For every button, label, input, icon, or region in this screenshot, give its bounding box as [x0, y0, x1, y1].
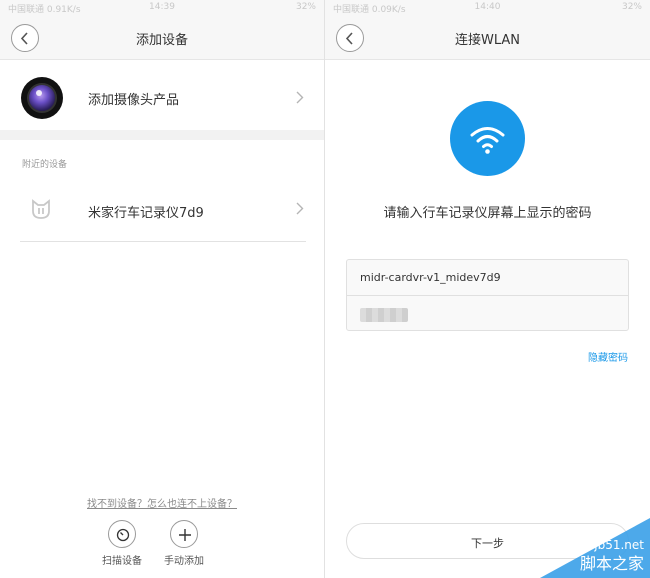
battery-text: 32% — [295, 2, 316, 12]
scan-device-label: 扫描设备 — [102, 556, 142, 567]
scan-icon — [108, 520, 136, 548]
status-time: 14:39 — [149, 2, 175, 12]
connect-wlan-screen: 中国联通 0.09K/s 14:40 32% 连接WLAN 请输入行车记录仪屏幕… — [325, 0, 650, 578]
camera-icon — [21, 77, 63, 119]
manual-add-label: 手动添加 — [164, 556, 204, 567]
help-link[interactable]: 找不到设备？怎么也连不上设备？ — [0, 495, 324, 510]
plus-icon — [170, 520, 198, 548]
nav-bar: 连接WLAN — [325, 16, 650, 60]
password-field[interactable] — [347, 296, 628, 332]
section-gap — [0, 130, 324, 140]
wifi-icon — [450, 101, 525, 176]
site-watermark: jb51.net 脚本之家 — [530, 508, 650, 578]
battery-text: 32% — [621, 2, 642, 12]
status-bar: 中国联通 0.09K/s 14:40 32% — [325, 0, 650, 16]
nearby-device-label: 米家行车记录仪7d9 — [88, 206, 204, 221]
ssid-field[interactable]: midr-cardvr-v1_midev7d9 — [347, 260, 628, 296]
page-title: 连接WLAN — [454, 33, 520, 48]
nearby-device-row[interactable]: 米家行车记录仪7d9 — [0, 178, 324, 240]
scan-device-button[interactable]: 扫描设备 — [92, 520, 152, 567]
mijia-icon — [32, 199, 50, 219]
watermark-name: 脚本之家 — [579, 554, 644, 573]
status-time: 14:40 — [474, 2, 501, 12]
add-device-screen: 中国联通 0.91K/s 14:39 32% 添加设备 添加摄像头产品 附近的设… — [0, 0, 325, 578]
add-camera-product-label: 添加摄像头产品 — [88, 93, 180, 108]
hide-password-link[interactable]: 隐藏密码 — [588, 349, 628, 364]
wlan-form: midr-cardvr-v1_midev7d9 — [346, 259, 629, 331]
manual-add-button[interactable]: 手动添加 — [154, 520, 214, 567]
password-prompt: 请输入行车记录仪屏幕上显示的密码 — [383, 206, 592, 221]
chevron-right-icon — [296, 91, 304, 104]
page-title: 添加设备 — [135, 33, 188, 48]
divider — [20, 241, 306, 242]
add-camera-product-row[interactable]: 添加摄像头产品 — [0, 64, 324, 130]
status-bar: 中国联通 0.91K/s 14:39 32% — [0, 0, 324, 16]
chevron-right-icon — [296, 202, 304, 215]
password-value-blurred — [360, 308, 408, 322]
nearby-devices-heading: 附近的设备 — [22, 160, 68, 170]
nav-bar: 添加设备 — [0, 16, 324, 60]
